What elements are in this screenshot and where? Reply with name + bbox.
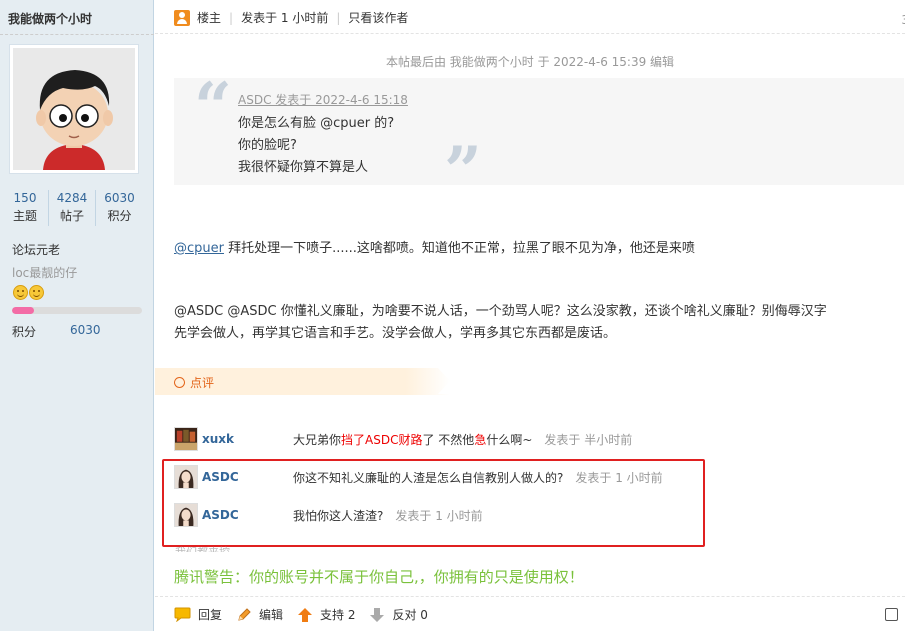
comment-username[interactable]: xuxk [202, 432, 234, 446]
avatar[interactable] [9, 44, 139, 174]
comment-time: 发表于 半小时前 [544, 433, 633, 447]
stat-credits[interactable]: 6030 积分 [96, 190, 143, 226]
post-content: 楼主 | 发表于 1 小时前 | 只看该作者 3 本帖最后由 我能做两个小时 于… [155, 0, 905, 631]
rating-label[interactable]: 点评 [190, 374, 214, 391]
select-checkbox[interactable] [885, 608, 898, 621]
user-rank[interactable]: 论坛元老 [12, 241, 60, 258]
divider [155, 596, 905, 597]
stat-value: 150 [13, 191, 37, 205]
rating-header: 点评 [155, 368, 450, 395]
quote-line: 你是怎么有脸 @cpuer 的? [238, 116, 395, 131]
credit-label: 积分 [12, 325, 37, 339]
comment-avatar[interactable] [174, 427, 198, 451]
post-header: 楼主 | 发表于 1 小时前 | 只看该作者 [174, 9, 408, 26]
pencil-icon [238, 607, 251, 621]
circle-icon [174, 377, 185, 388]
message-text: @ASDC @ASDC 你懂礼义廉耻，为啥要不说人话，一个劲骂人呢？这么没家教，… [174, 304, 827, 319]
stat-value: 4284 [56, 191, 88, 205]
quote-line: 我很怀疑你算不算是人 [238, 160, 369, 175]
stat-value: 6030 [104, 191, 135, 205]
divider [0, 34, 154, 35]
rank-progress-fill [12, 307, 35, 314]
edit-label: 编辑 [259, 608, 284, 622]
reply-button[interactable]: 回复 [174, 606, 222, 623]
stat-label: 帖子 [59, 209, 84, 223]
user-custom-title: loc最靓的仔 [12, 266, 78, 280]
rank-progress-bar [12, 307, 142, 314]
comment-text-part: 了 不然他 [422, 433, 475, 447]
message-paragraph: @ASDC @ASDC 你懂礼义廉耻，为啥要不说人话，一个劲骂人呢？这么没家教，… [174, 301, 889, 345]
comment-text: 大兄弟你挡了ASDC财路了 不然他急什么啊~ 发表于 半小时前 [293, 431, 632, 448]
stat-posts[interactable]: 4284 帖子 [49, 190, 96, 226]
mention-link[interactable]: @cpuer [174, 241, 224, 256]
divider [155, 33, 905, 34]
quote-block: “ ” ASDC 发表于 2022-4-6 15:18 你是怎么有脸 @cpue… [174, 74, 904, 204]
comment-text-part: 大兄弟你 [293, 433, 342, 447]
separator: | [336, 10, 341, 25]
separator: | [229, 10, 234, 25]
post-actions: 回复 编辑 支持 2 反对 0 [174, 606, 442, 623]
signature-cut-text: 我们都来挖 [175, 544, 230, 552]
oppose-label: 反对 0 [392, 608, 428, 622]
rank-stars [13, 285, 44, 300]
credit-value[interactable]: 6030 [70, 323, 101, 337]
reply-label: 回复 [198, 608, 223, 622]
comment-text-part: 什么啊~ [486, 433, 533, 447]
arrow-up-icon [298, 607, 313, 622]
sun-icon [13, 285, 28, 300]
signature-warning: 腾讯警告：你的账号并不属于你自己,，你拥有的只是使用权！ [174, 568, 584, 586]
quote-line: 你的脸呢? [238, 138, 297, 153]
support-button[interactable]: 支持 2 [297, 606, 355, 623]
stat-threads[interactable]: 150 主题 [2, 190, 49, 226]
annotation-highlight-box [162, 459, 705, 547]
comment-text-highlight: ASDC财路 [365, 433, 423, 447]
username[interactable]: 我能做两个小时 [8, 10, 92, 27]
comment-text-highlight: 急 [474, 433, 487, 447]
comment-text-highlight: 挡了 [341, 433, 366, 447]
post-number[interactable]: 3 [901, 13, 905, 27]
arrow-down-icon [370, 607, 385, 622]
message-text: 拜托处理一下喷子......这啥都喷。知道他不正常，拉黑了眼不见为净，他还是来喷 [223, 241, 695, 256]
oppose-button[interactable]: 反对 0 [369, 606, 428, 623]
comment-row: xuxk 大兄弟你挡了ASDC财路了 不然他急什么啊~ 发表于 半小时前 [174, 427, 694, 451]
quote-open-icon: “ [194, 68, 232, 146]
user-sidebar: 我能做两个小时 150 主题 4284 帖子 6030 积分 论坛元老 loc最… [0, 0, 154, 631]
edit-note: 本帖最后由 我能做两个小时 于 2022-4-6 15:39 编辑 [385, 55, 675, 69]
user-stats: 150 主题 4284 帖子 6030 积分 [0, 190, 154, 226]
sun-icon [29, 285, 44, 300]
post-time: 发表于 1 小时前 [241, 11, 329, 25]
thread-owner-icon [174, 9, 190, 26]
stat-label: 积分 [107, 209, 132, 223]
avatar-image [13, 48, 135, 170]
message-paragraph: @cpuer 拜托处理一下喷子......这啥都喷。知道他不正常，拉黑了眼不见为… [174, 238, 889, 260]
author-only-link[interactable]: 只看该作者 [348, 9, 408, 26]
speech-bubble-icon [174, 607, 191, 622]
quote-source-link[interactable]: ASDC 发表于 2022-4-6 15:18 [238, 91, 408, 108]
message-text: 先学会做人，再学其它语言和手艺。没学会做人，学再多其它东西都是废话。 [174, 326, 617, 341]
support-label: 支持 2 [320, 608, 356, 622]
edit-button[interactable]: 编辑 [236, 606, 283, 623]
owner-label: 楼主 [197, 11, 222, 25]
quote-close-icon: ” [444, 132, 482, 210]
stat-label: 主题 [12, 209, 37, 223]
